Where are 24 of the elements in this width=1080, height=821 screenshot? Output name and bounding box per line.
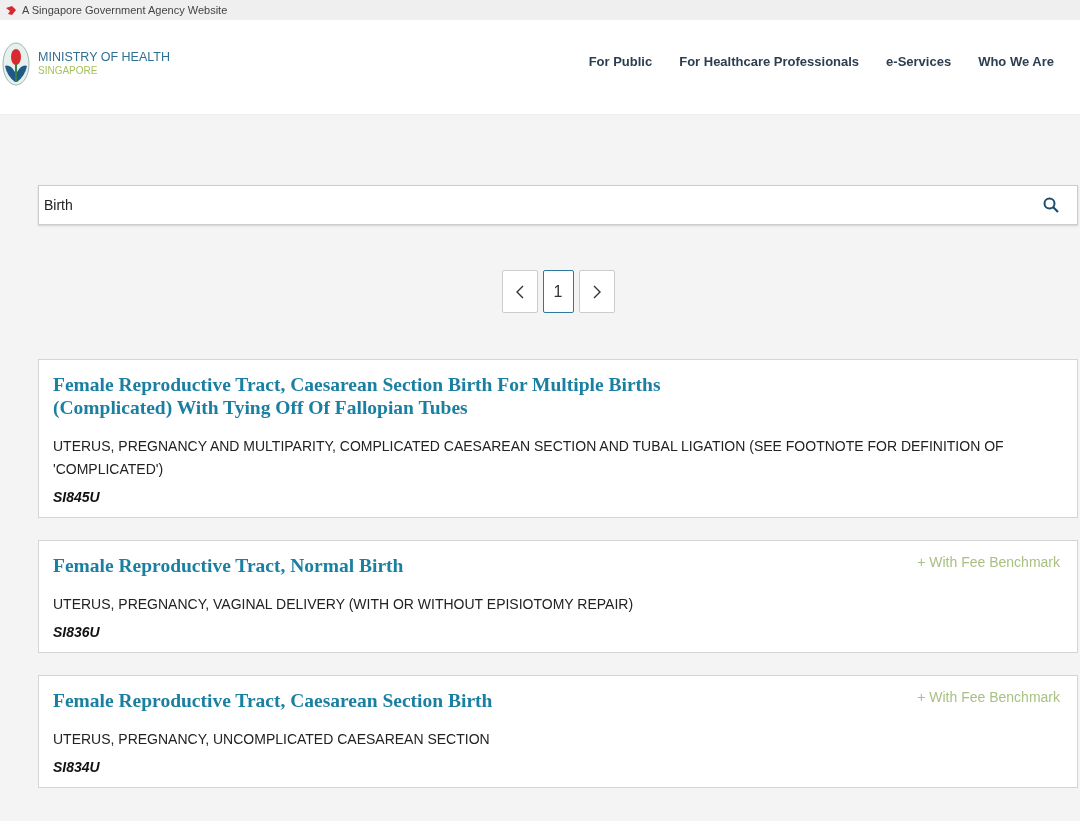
gov-banner-text: A Singapore Government Agency Website [22,4,228,16]
logo-title: MINISTRY OF HEALTH [38,51,170,64]
result-description: UTERUS, PREGNANCY, VAGINAL DELIVERY (WITH OR WITHOUT EPISIOTOMY REPAIR) [53,595,635,614]
result-description: UTERUS, PREGNANCY, UNCOMPLICATED CAESAREAN SECTION [53,730,491,749]
next-page-button[interactable] [578,270,615,313]
result-title-link[interactable]: Female Reproductive Tract, Normal Birth [53,554,404,577]
nav-link[interactable]: For Public [588,53,653,69]
procedure-code: SI834U [53,759,101,775]
procedure-code: SI836U [53,624,101,640]
logo-subtitle: SINGAPORE [38,64,99,77]
result-title-link[interactable]: Female Reproductive Tract, Caesarean Section Birth For Multiple Births (Complicated) With Tying Off Of Fallopian Tubes [53,373,733,419]
moh-logo-icon[interactable] [2,42,30,86]
result-description: UTERUS, PREGNANCY AND MULTIPARITY, COMPLICATED CAESAREAN SECTION AND TUBAL LIGATION (SEE FOOTNOTE FOR DEFINITION OF 'COMPLICATED') [53,437,1005,479]
result-title-link[interactable]: Female Reproductive Tract, Caesarean Section Birth [53,689,493,712]
page-button[interactable]: 1 [542,270,574,313]
nav-link[interactable]: Who We Are [978,53,1054,69]
previous-page-button[interactable] [501,270,538,313]
chevron-right-icon [592,284,601,299]
search-icon[interactable] [1043,197,1059,213]
nav-link[interactable]: e-Services [886,53,952,69]
chevron-left-icon [515,284,524,299]
procedure-code: SI845U [53,489,101,505]
nav-link[interactable]: For Healthcare Professionals [679,53,860,69]
search-field[interactable]: Birth [38,185,1078,225]
